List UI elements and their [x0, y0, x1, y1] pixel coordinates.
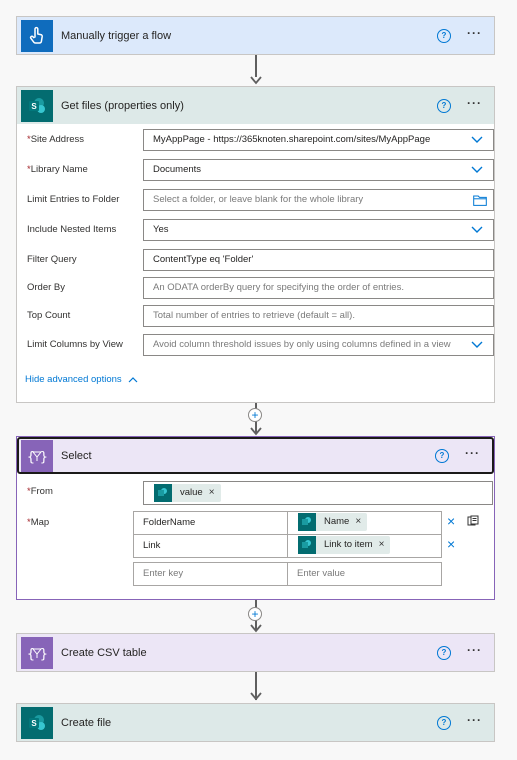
- hide-advanced-options-link[interactable]: Hide advanced options: [25, 374, 138, 385]
- more-options-button[interactable]: ···: [467, 714, 482, 731]
- sharepoint-icon: [298, 536, 316, 554]
- hand-touch-icon: [21, 19, 53, 52]
- data-operation-icon: {}: [21, 439, 53, 472]
- trigger-step-header[interactable]: Manually trigger a flow ? ···: [17, 17, 494, 54]
- chevron-down-icon: [471, 226, 483, 233]
- get-files-step-card: S Get files (properties only) ? ··· *Sit…: [16, 86, 495, 403]
- create-file-step-header[interactable]: S Create file ? ···: [17, 704, 494, 741]
- sharepoint-icon: [298, 513, 316, 531]
- trigger-step-card[interactable]: Manually trigger a flow ? ···: [16, 16, 495, 55]
- arrow-down-icon: [250, 76, 262, 85]
- sharepoint-icon: S: [21, 89, 53, 122]
- field-label: Include Nested Items: [27, 224, 117, 235]
- insert-step-button[interactable]: +: [248, 408, 262, 422]
- more-options-button[interactable]: ···: [467, 27, 482, 44]
- create-file-step-title: Create file: [61, 716, 112, 729]
- field-row-order-by: Order By An ODATA orderBy query for spec…: [27, 277, 494, 299]
- site-address-dropdown[interactable]: MyAppPage - https://365knoten.sharepoint…: [143, 129, 494, 151]
- select-step-title: Select: [61, 449, 92, 462]
- data-operation-icon: {}: [21, 636, 53, 669]
- dynamic-content-token: value ×: [154, 484, 221, 502]
- svg-text:S: S: [31, 719, 37, 728]
- map-value-input[interactable]: Enter value: [287, 562, 442, 586]
- help-button[interactable]: ?: [437, 28, 451, 43]
- field-label: *Map: [27, 517, 50, 528]
- get-files-step-header[interactable]: S Get files (properties only) ? ···: [17, 87, 494, 124]
- remove-token-button[interactable]: ×: [379, 535, 385, 556]
- switch-to-text-mode-icon[interactable]: [467, 515, 479, 527]
- sharepoint-icon: S: [21, 706, 53, 739]
- field-row-from: *From value ×: [27, 481, 493, 505]
- folder-icon[interactable]: [473, 195, 487, 206]
- field-label: Filter Query: [27, 254, 77, 265]
- field-row-limit-entries: Limit Entries to Folder Select a folder,…: [27, 189, 494, 211]
- create-csv-step-title: Create CSV table: [61, 646, 147, 659]
- help-button[interactable]: ?: [435, 448, 449, 463]
- more-options-button[interactable]: ···: [467, 97, 482, 114]
- dynamic-content-token: Name ×: [298, 512, 368, 533]
- field-row-filter-query: Filter Query ContentType eq 'Folder': [27, 249, 494, 271]
- chevron-up-icon: [128, 377, 138, 383]
- field-row-include-nested: Include Nested Items Yes: [27, 219, 494, 241]
- select-step-header[interactable]: {} Select ? ···: [17, 437, 494, 474]
- map-key-input[interactable]: Enter key: [133, 562, 288, 586]
- more-options-button[interactable]: ···: [467, 644, 482, 661]
- filter-query-input[interactable]: ContentType eq 'Folder': [143, 249, 494, 271]
- trigger-step-title: Manually trigger a flow: [61, 29, 172, 42]
- help-button[interactable]: ?: [437, 98, 451, 113]
- field-row-site-address: *Site Address MyAppPage - https://365kno…: [27, 129, 494, 151]
- chevron-down-icon: [471, 136, 483, 143]
- field-row-top-count: Top Count Total number of entries to ret…: [27, 305, 494, 327]
- limit-entries-folder-input[interactable]: Select a folder, or leave blank for the …: [143, 189, 494, 211]
- include-nested-items-dropdown[interactable]: Yes: [143, 219, 494, 241]
- remove-token-button[interactable]: ×: [355, 512, 361, 533]
- library-name-dropdown[interactable]: Documents: [143, 159, 494, 181]
- field-label: Limit Entries to Folder: [27, 194, 120, 205]
- map-value-input[interactable]: Name ×: [287, 511, 442, 535]
- help-button[interactable]: ?: [437, 715, 451, 730]
- chevron-down-icon: [471, 341, 483, 348]
- select-step-card: {} Select ? ··· *From value × *Map Folde…: [16, 436, 495, 600]
- insert-step-button[interactable]: +: [248, 607, 262, 621]
- field-row-library-name: *Library Name Documents: [27, 159, 494, 181]
- help-button[interactable]: ?: [437, 645, 451, 660]
- get-files-step-title: Get files (properties only): [61, 99, 184, 112]
- from-input[interactable]: value ×: [143, 481, 493, 505]
- svg-text:S: S: [31, 102, 37, 111]
- field-label: Top Count: [27, 310, 71, 321]
- more-options-button[interactable]: ···: [465, 447, 480, 464]
- create-csv-step-card[interactable]: {} Create CSV table ? ···: [16, 633, 495, 672]
- field-label: *Site Address: [27, 134, 85, 145]
- delete-row-icon[interactable]: ×: [447, 536, 455, 552]
- map-key-input[interactable]: Link: [133, 534, 288, 558]
- field-label: Limit Columns by View: [27, 339, 123, 350]
- sharepoint-icon: [154, 484, 172, 502]
- delete-row-icon[interactable]: ×: [447, 513, 455, 529]
- chevron-down-icon: [471, 166, 483, 173]
- map-value-input[interactable]: Link to item ×: [287, 534, 442, 558]
- limit-columns-view-dropdown[interactable]: Avoid column threshold issues by only us…: [143, 334, 494, 356]
- order-by-input[interactable]: An ODATA orderBy query for specifying th…: [143, 277, 494, 299]
- top-count-input[interactable]: Total number of entries to retrieve (def…: [143, 305, 494, 327]
- field-row-limit-columns: Limit Columns by View Avoid column thres…: [27, 334, 494, 356]
- field-label: Order By: [27, 282, 66, 293]
- map-key-input[interactable]: FolderName: [133, 511, 288, 535]
- field-label: *From: [27, 486, 53, 497]
- create-csv-step-header[interactable]: {} Create CSV table ? ···: [17, 634, 494, 671]
- dynamic-content-token: Link to item ×: [298, 535, 391, 556]
- create-file-step-card[interactable]: S Create file ? ···: [16, 703, 495, 742]
- field-label: *Library Name: [27, 164, 88, 175]
- remove-token-button[interactable]: ×: [209, 483, 215, 503]
